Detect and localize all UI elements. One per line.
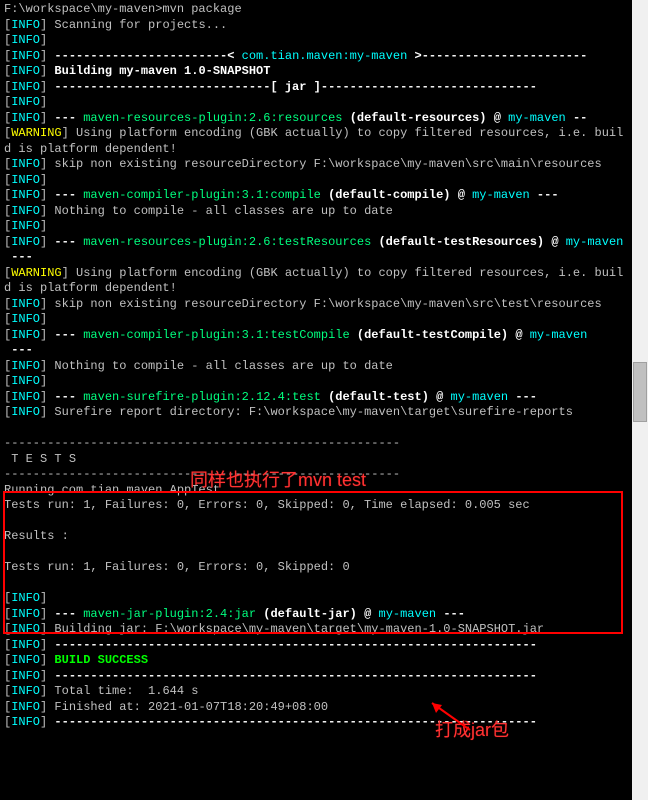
dashes: ---: [54, 235, 76, 249]
dashes-long: ----------------------------------------…: [54, 669, 536, 683]
info-tag: INFO: [11, 204, 40, 218]
info-tag: INFO: [11, 297, 40, 311]
dashes: ---: [515, 390, 537, 404]
plugin-surefire: maven-surefire-plugin:2.12.4:test: [83, 390, 321, 404]
nothing-text: Nothing to compile - all classes are up …: [54, 204, 392, 218]
tests-sep: ----------------------------------------…: [4, 436, 628, 452]
info-tag: INFO: [11, 95, 40, 109]
info-tag: INFO: [11, 359, 40, 373]
at: @: [515, 328, 522, 342]
dashes: ---: [537, 188, 559, 202]
dash: >-----------------------: [407, 49, 587, 63]
info-tag: INFO: [11, 64, 40, 78]
goal: (default-compile): [328, 188, 450, 202]
info-tag: INFO: [11, 157, 40, 171]
scrollbar[interactable]: [632, 0, 648, 800]
dashes: ---: [11, 343, 33, 357]
goal: (default-test): [328, 390, 429, 404]
goal: (default-testCompile): [357, 328, 508, 342]
info-tag: INFO: [11, 111, 40, 125]
info-tag: INFO: [11, 80, 40, 94]
annotation-jar: 打成jar包: [435, 723, 509, 739]
dashes: ---: [54, 111, 76, 125]
info-tag: INFO: [11, 638, 40, 652]
nothing-text: Nothing to compile - all classes are up …: [54, 359, 392, 373]
building-jar: Building jar: F:\workspace\my-maven\targ…: [54, 622, 544, 636]
warn-text: Using platform encoding (GBK actually) t…: [4, 126, 623, 156]
at: @: [551, 235, 558, 249]
dashes: ---: [54, 328, 76, 342]
dashes: --: [573, 111, 587, 125]
terminal-output: F:\workspace\my-maven>mvn package [INFO]…: [0, 0, 632, 733]
dashes: ---: [54, 607, 76, 621]
info-tag: INFO: [11, 622, 40, 636]
dashes: ---: [54, 390, 76, 404]
at: @: [436, 390, 443, 404]
skip-text: skip non existing resourceDirectory F:\w…: [54, 297, 601, 311]
warning-tag: WARNING: [11, 266, 61, 280]
info-tag: INFO: [11, 219, 40, 233]
jar-dash: ------------------------------[ jar ]---…: [54, 80, 536, 94]
scrollbar-thumb[interactable]: [633, 362, 647, 422]
goal: (default-jar): [263, 607, 357, 621]
info-tag: INFO: [11, 173, 40, 187]
module: my-maven: [472, 188, 530, 202]
annotation-mvn-test: 同样也执行了mvn test: [190, 473, 366, 489]
building-text: Building my-maven 1.0-SNAPSHOT: [54, 64, 270, 78]
info-tag: INFO: [11, 312, 40, 326]
project-name: com.tian.maven:my-maven: [242, 49, 408, 63]
module: my-maven: [530, 328, 588, 342]
module: my-maven: [451, 390, 509, 404]
info-tag: INFO: [11, 235, 40, 249]
info-tag: INFO: [11, 18, 40, 32]
at: @: [494, 111, 501, 125]
info-tag: INFO: [11, 700, 40, 714]
info-tag: INFO: [11, 607, 40, 621]
finished-at: Finished at: 2021-01-07T18:20:49+08:00: [54, 700, 328, 714]
info-tag: INFO: [11, 684, 40, 698]
dashes: ---: [443, 607, 465, 621]
results-label: Results :: [4, 529, 628, 545]
info-tag: INFO: [11, 715, 40, 729]
info-tag: INFO: [11, 591, 40, 605]
scanning-text: Scanning for projects...: [54, 18, 227, 32]
info-tag: INFO: [11, 328, 40, 342]
module: my-maven: [566, 235, 624, 249]
at: @: [364, 607, 371, 621]
warn-text: Using platform encoding (GBK actually) t…: [4, 266, 623, 296]
prompt[interactable]: F:\workspace\my-maven>mvn package: [4, 2, 242, 16]
module: my-maven: [508, 111, 566, 125]
info-tag: INFO: [11, 374, 40, 388]
info-tag: INFO: [11, 49, 40, 63]
info-tag: INFO: [11, 653, 40, 667]
plugin-compile: maven-compiler-plugin:3.1:compile: [83, 188, 321, 202]
skip-text: skip non existing resourceDirectory F:\w…: [54, 157, 601, 171]
tests-result: Tests run: 1, Failures: 0, Errors: 0, Sk…: [4, 498, 628, 514]
info-tag: INFO: [11, 405, 40, 419]
plugin-resources: maven-resources-plugin:2.6:resources: [83, 111, 342, 125]
build-success: BUILD SUCCESS: [54, 653, 148, 667]
plugin-jar: maven-jar-plugin:2.4:jar: [83, 607, 256, 621]
dashes-long: ----------------------------------------…: [54, 638, 536, 652]
plugin-testcompile: maven-compiler-plugin:3.1:testCompile: [83, 328, 349, 342]
goal: (default-resources): [350, 111, 487, 125]
dashes: ---: [54, 188, 76, 202]
plugin-testres: maven-resources-plugin:2.6:testResources: [83, 235, 371, 249]
info-tag: INFO: [11, 669, 40, 683]
dash: ------------------------<: [54, 49, 241, 63]
goal: (default-testResources): [378, 235, 544, 249]
info-tag: INFO: [11, 188, 40, 202]
info-tag: INFO: [11, 390, 40, 404]
tests-summary: Tests run: 1, Failures: 0, Errors: 0, Sk…: [4, 560, 628, 576]
info-tag: INFO: [11, 33, 40, 47]
tests-header: T E S T S: [4, 452, 628, 468]
dashes: ---: [11, 250, 33, 264]
at: @: [458, 188, 465, 202]
warning-tag: WARNING: [11, 126, 61, 140]
total-time: Total time: 1.644 s: [54, 684, 198, 698]
module: my-maven: [379, 607, 437, 621]
surefire-dir: Surefire report directory: F:\workspace\…: [54, 405, 572, 419]
